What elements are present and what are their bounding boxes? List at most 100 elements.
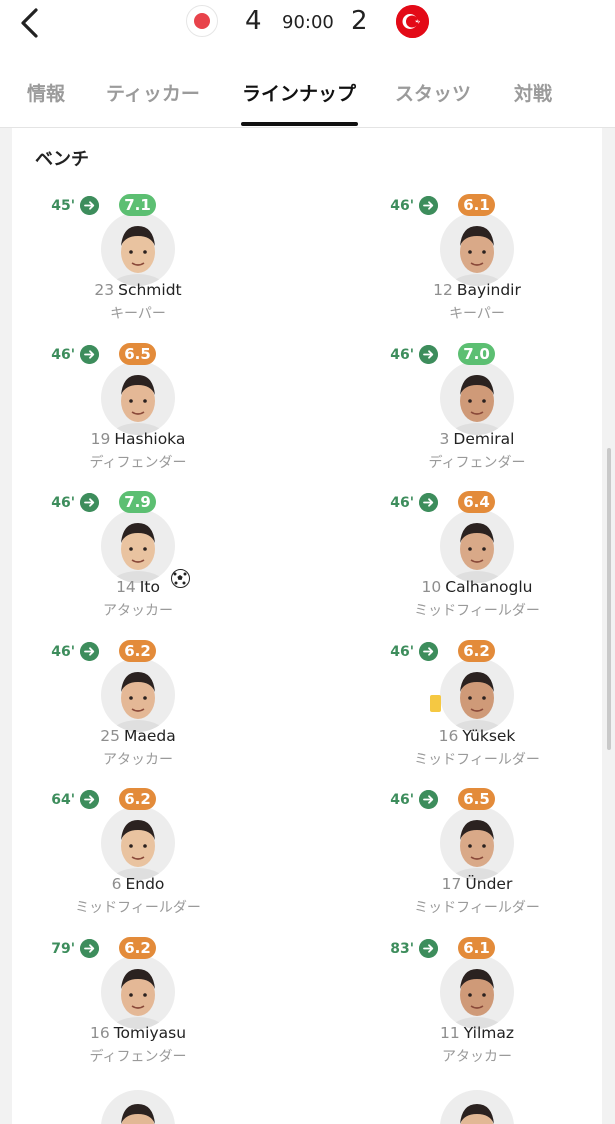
player-position: ディフェンダー <box>89 454 187 471</box>
player-position: アタッカー <box>103 603 173 619</box>
bench-player[interactable]: 46' 7.0 3 Demiral ディフェンダー <box>367 339 587 471</box>
player-name-line: 3 Demiral <box>367 430 587 448</box>
player-photo[interactable] <box>101 360 175 435</box>
player-rating-badge: 6.4 <box>458 491 495 513</box>
yellow-card-icon <box>430 694 441 712</box>
player-position: アタッカー <box>103 751 173 768</box>
player-photo[interactable] <box>440 360 514 435</box>
player-name-line: 14 Ito <box>28 578 248 596</box>
sub-minute: 46' <box>390 495 414 511</box>
bench-player[interactable]: 46' 6.5 19 Hashioka ディフェンダー <box>28 339 248 471</box>
player-number: 11 <box>440 1023 460 1042</box>
sub-minute: 46' <box>390 346 414 363</box>
player-name: Hashioka <box>114 429 186 448</box>
match-clock: 90:00 <box>282 12 334 33</box>
player-name-line: 6 Endo <box>28 875 248 893</box>
player-number: 19 <box>90 429 111 448</box>
player-number: 6 <box>111 875 122 893</box>
player-rating-badge: 6.1 <box>458 194 495 216</box>
player-name: Schmidt <box>118 281 182 299</box>
tab-stats[interactable]: スタッツ <box>395 79 471 106</box>
player-name-line: 19 Hashioka <box>28 430 248 448</box>
bench-player[interactable]: 46' 6.2 25 Maeda アタッカー <box>28 636 248 768</box>
player-rating-badge: 6.5 <box>458 788 495 810</box>
sub-minute: 46' <box>51 643 75 660</box>
substitution-arrow-icon <box>80 493 99 512</box>
player-position: ディフェンダー <box>89 1048 187 1065</box>
player-name: Yilmaz <box>463 1023 514 1042</box>
bench-player[interactable]: 46' 6.1 12 Bayindir キーパー <box>367 190 587 322</box>
player-number: 23 <box>94 281 115 299</box>
player-name-line: 17 Ünder <box>367 875 587 893</box>
substitution-arrow-icon <box>419 196 438 215</box>
player-name: Maeda <box>123 726 176 745</box>
player-position: ミッドフィールダー <box>414 751 540 768</box>
bench-player[interactable]: 46' 6.5 17 Ünder ミッドフィールダー <box>367 784 587 916</box>
bench-player[interactable]: 64' 6.2 6 Endo ミッドフィールダー <box>28 784 248 916</box>
player-name: Demiral <box>453 429 515 448</box>
tab-active-indicator <box>241 122 358 126</box>
substitution-arrow-icon <box>419 493 438 512</box>
substitution-arrow-icon <box>419 344 438 364</box>
player-photo[interactable] <box>101 657 175 732</box>
player-position: アタッカー <box>442 1048 512 1065</box>
sub-minute: 46' <box>390 643 414 660</box>
player-photo[interactable] <box>440 509 514 583</box>
player-photo[interactable] <box>101 806 175 880</box>
substitution-arrow-icon <box>80 938 99 958</box>
player-name: Bayindir <box>456 281 521 299</box>
match-header: 4 90:00 2 <box>0 0 615 62</box>
bench-player[interactable]: 79' 6.2 16 Tomiyasu ディフェンダー <box>28 933 248 1065</box>
tab-head-to-head[interactable]: 対戦 <box>514 79 552 106</box>
scrollbar[interactable] <box>607 448 611 750</box>
sub-minute: 64' <box>51 792 75 808</box>
bench-player[interactable]: 83' 6.1 11 Yilmaz アタッカー <box>367 933 587 1065</box>
player-rating-badge: 6.2 <box>119 639 156 662</box>
home-score: 4 <box>245 6 262 36</box>
bench-player[interactable]: 46' 7.9 14 Ito アタッカー <box>28 487 248 619</box>
player-rating-badge: 7.1 <box>119 194 156 216</box>
player-number: 17 <box>441 875 462 893</box>
player-position: キーパー <box>449 306 505 322</box>
player-rating-badge: 6.2 <box>458 639 495 662</box>
player-rating-badge: 6.1 <box>458 936 495 959</box>
tab-ticker[interactable]: ティッカー <box>106 79 200 106</box>
player-photo[interactable] <box>440 657 514 732</box>
substitution-arrow-icon <box>419 641 438 661</box>
substitution-arrow-icon <box>419 790 438 809</box>
player-name: Ünder <box>465 875 513 893</box>
bench-player[interactable]: 46' 6.4 10 Calhanoglu ミッドフィールダー <box>367 487 587 619</box>
player-photo[interactable] <box>440 954 514 1029</box>
sub-minute: 46' <box>51 346 75 363</box>
tab-bar: 情報 ティッカー ラインナップ スタッツ 対戦 <box>0 62 615 128</box>
player-rating-badge: 7.0 <box>458 342 495 365</box>
player-photo[interactable] <box>440 212 514 286</box>
tab-info[interactable]: 情報 <box>27 79 65 106</box>
tab-lineup[interactable]: ラインナップ <box>242 79 356 106</box>
japan-flag-icon <box>186 5 218 37</box>
player-photo[interactable] <box>101 212 175 286</box>
turkey-flag-icon <box>396 5 429 38</box>
scoreboard: 4 90:00 2 <box>0 0 615 44</box>
sub-minute: 79' <box>51 940 75 957</box>
bench-player[interactable]: 45' 7.1 23 Schmidt キーパー <box>28 190 248 322</box>
player-number: 14 <box>116 578 136 596</box>
player-name: Endo <box>125 875 165 893</box>
player-rating-badge: 6.2 <box>119 788 156 810</box>
player-photo[interactable] <box>440 806 514 880</box>
substitution-arrow-icon <box>80 641 99 661</box>
bench-player[interactable]: 46' 6.2 16 Yüksek ミッドフィールダー <box>367 636 587 768</box>
player-number: 16 <box>438 726 459 745</box>
sub-minute: 46' <box>390 792 414 808</box>
player-name-line: 10 Calhanoglu <box>367 578 587 596</box>
player-name: Tomiyasu <box>113 1023 187 1042</box>
sub-minute: 46' <box>390 198 414 214</box>
player-name: Ito <box>139 578 160 596</box>
player-number: 12 <box>433 281 453 299</box>
player-name-line: 23 Schmidt <box>28 281 248 299</box>
player-photo[interactable] <box>101 509 175 583</box>
player-number: 16 <box>89 1023 110 1042</box>
player-number: 3 <box>439 429 450 448</box>
player-photo[interactable] <box>101 954 175 1029</box>
player-name-line: 11 Yilmaz <box>367 1024 587 1042</box>
